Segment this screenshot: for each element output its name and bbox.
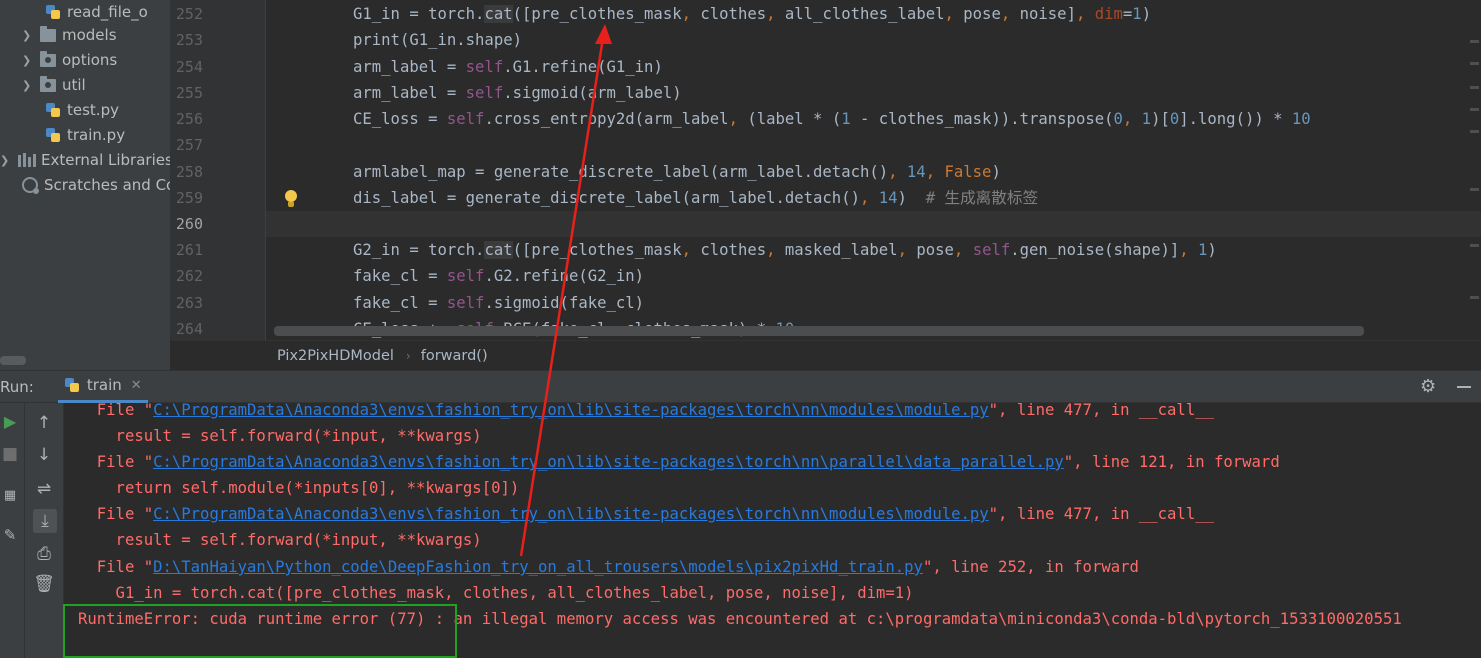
- line-number: 253: [175, 31, 203, 49]
- tree-item-label: train.py: [67, 126, 126, 144]
- line-number: 261: [175, 241, 203, 259]
- package-folder-icon: [40, 75, 56, 92]
- run-toolbar-primary: ▶ ■ ▦ ✎: [0, 403, 24, 658]
- python-file-icon: [45, 102, 61, 118]
- folder-icon: [40, 25, 56, 42]
- run-panel-label: Run:: [0, 377, 34, 396]
- python-file-icon: [45, 127, 61, 143]
- tree-item-models[interactable]: ❯ models: [22, 23, 117, 47]
- tree-item-read-file[interactable]: read_file_o: [45, 0, 148, 24]
- code-line-263[interactable]: fake_cl = self.sigmoid(fake_cl): [353, 290, 644, 316]
- tree-item-label: External Libraries: [41, 151, 170, 169]
- line-number: 259: [175, 189, 203, 207]
- arrow-up-icon[interactable]: ↑: [34, 413, 54, 433]
- python-file-icon: [45, 4, 61, 20]
- breadcrumb-method[interactable]: forward(): [421, 348, 488, 364]
- console-line: File "C:\ProgramData\Anaconda3\envs\fash…: [78, 505, 1214, 523]
- line-number: 263: [175, 294, 203, 312]
- file-link[interactable]: C:\ProgramData\Anaconda3\envs\fashion_tr…: [153, 403, 989, 419]
- console-line: File "C:\ProgramData\Anaconda3\envs\fash…: [78, 453, 1280, 471]
- python-run-icon: [64, 377, 80, 393]
- pin-icon[interactable]: ✎: [0, 525, 20, 545]
- line-number: 264: [175, 320, 203, 338]
- console-line: result = self.forward(*input, **kwargs): [78, 427, 482, 445]
- code-line-261[interactable]: G2_in = torch.cat([pre_clothes_mask, clo…: [353, 237, 1217, 263]
- code-line-256[interactable]: CE_loss = self.cross_entropy2d(arm_label…: [353, 106, 1311, 132]
- console-line: return self.module(*inputs[0], **kwargs[…: [78, 479, 520, 497]
- code-editor[interactable]: 252 253 254 255 256 257 258 259 260 261 …: [170, 0, 1481, 340]
- libraries-icon: [18, 153, 36, 167]
- editor-gutter: 252 253 254 255 256 257 258 259 260 261 …: [170, 0, 266, 340]
- tree-item-options[interactable]: ❯ options: [22, 48, 117, 72]
- tree-item-util[interactable]: ❯ util: [22, 73, 86, 97]
- tree-item-scratches[interactable]: Scratches and Co: [22, 173, 170, 197]
- line-number: 257: [175, 136, 203, 154]
- run-console-output[interactable]: File "C:\ProgramData\Anaconda3\envs\fash…: [64, 403, 1481, 658]
- lightbulb-icon[interactable]: [284, 190, 298, 208]
- tree-item-label: util: [62, 76, 86, 94]
- run-tab-label: train: [86, 376, 122, 394]
- file-link[interactable]: D:\TanHaiyan\Python_code\DeepFashion_try…: [153, 558, 923, 576]
- chevron-right-icon[interactable]: ❯: [22, 29, 32, 42]
- tree-item-label: read_file_o: [67, 3, 148, 21]
- console-line: result = self.forward(*input, **kwargs): [78, 531, 482, 549]
- code-line-254[interactable]: arm_label = self.G1.refine(G1_in): [353, 54, 663, 80]
- code-line-258[interactable]: armlabel_map = generate_discrete_label(a…: [353, 159, 1001, 185]
- code-line-252[interactable]: G1_in = torch.cat([pre_clothes_mask, clo…: [353, 1, 1151, 27]
- rerun-icon[interactable]: ▶: [0, 411, 20, 431]
- run-toolbar-secondary: ↑ ↓ ⇌ ⤓ ⎙ 🗑: [24, 403, 64, 658]
- tree-item-label: test.py: [67, 101, 119, 119]
- tree-horizontal-scrollbar[interactable]: [0, 356, 26, 365]
- close-icon[interactable]: ✕: [131, 378, 142, 393]
- console-line: File "C:\ProgramData\Anaconda3\envs\fash…: [78, 403, 1214, 419]
- chevron-right-icon: ›: [405, 348, 411, 363]
- package-folder-icon: [40, 50, 56, 67]
- run-panel-header: Run: train ✕ ⚙: [0, 370, 1481, 403]
- scroll-to-end-icon[interactable]: ⤓: [33, 509, 57, 533]
- console-line: File "D:\TanHaiyan\Python_code\DeepFashi…: [78, 558, 1139, 576]
- line-number: 258: [175, 163, 203, 181]
- tree-item-label: Scratches and Co: [44, 176, 170, 194]
- tree-item-label: models: [62, 26, 117, 44]
- code-line-259[interactable]: dis_label = generate_discrete_label(arm_…: [353, 185, 1038, 211]
- tree-item-external-libraries[interactable]: ❯ External Libraries: [0, 148, 170, 172]
- line-number: 254: [175, 58, 203, 76]
- file-link[interactable]: C:\ProgramData\Anaconda3\envs\fashion_tr…: [153, 505, 989, 523]
- breadcrumb-class[interactable]: Pix2PixHDModel: [277, 348, 394, 364]
- line-number: 252: [175, 5, 203, 23]
- file-link[interactable]: C:\ProgramData\Anaconda3\envs\fashion_tr…: [153, 453, 1064, 471]
- run-tab-train[interactable]: train ✕: [57, 370, 148, 403]
- gear-icon[interactable]: ⚙: [1420, 378, 1438, 396]
- stop-icon[interactable]: ■: [0, 444, 20, 464]
- line-number-current: 260: [175, 215, 203, 233]
- layout-icon[interactable]: ▦: [0, 485, 20, 505]
- chevron-right-icon[interactable]: ❯: [0, 154, 10, 167]
- tree-item-label: options: [62, 51, 118, 69]
- editor-error-stripe[interactable]: [1467, 0, 1481, 340]
- line-number: 256: [175, 110, 203, 128]
- current-line-highlight: [266, 211, 1481, 237]
- runtime-error-line: RuntimeError: cuda runtime error (77) : …: [78, 610, 1402, 628]
- project-tree: read_file_o ❯ models ❯ options ❯ util te…: [0, 0, 170, 370]
- console-line: G1_in = torch.cat([pre_clothes_mask, clo…: [78, 584, 914, 602]
- tree-item-test-py[interactable]: test.py: [45, 98, 119, 122]
- code-line-253[interactable]: print(G1_in.shape): [353, 27, 522, 53]
- chevron-right-icon[interactable]: ❯: [22, 79, 32, 92]
- editor-horizontal-scrollbar[interactable]: [274, 326, 1364, 336]
- minimize-icon[interactable]: [1457, 386, 1471, 388]
- print-icon[interactable]: ⎙: [34, 544, 54, 564]
- code-line-255[interactable]: arm_label = self.sigmoid(arm_label): [353, 80, 682, 106]
- scratches-icon: [22, 177, 39, 194]
- trash-icon[interactable]: 🗑: [33, 574, 55, 594]
- arrow-down-icon[interactable]: ↓: [34, 445, 54, 465]
- tree-item-train-py[interactable]: train.py: [45, 123, 125, 147]
- line-number: 255: [175, 84, 203, 102]
- code-line-262[interactable]: fake_cl = self.G2.refine(G2_in): [353, 263, 644, 289]
- chevron-right-icon[interactable]: ❯: [22, 54, 32, 67]
- soft-wrap-icon[interactable]: ⇌: [34, 479, 54, 499]
- breadcrumb: Pix2PixHDModel › forward(): [170, 340, 1481, 370]
- line-number: 262: [175, 267, 203, 285]
